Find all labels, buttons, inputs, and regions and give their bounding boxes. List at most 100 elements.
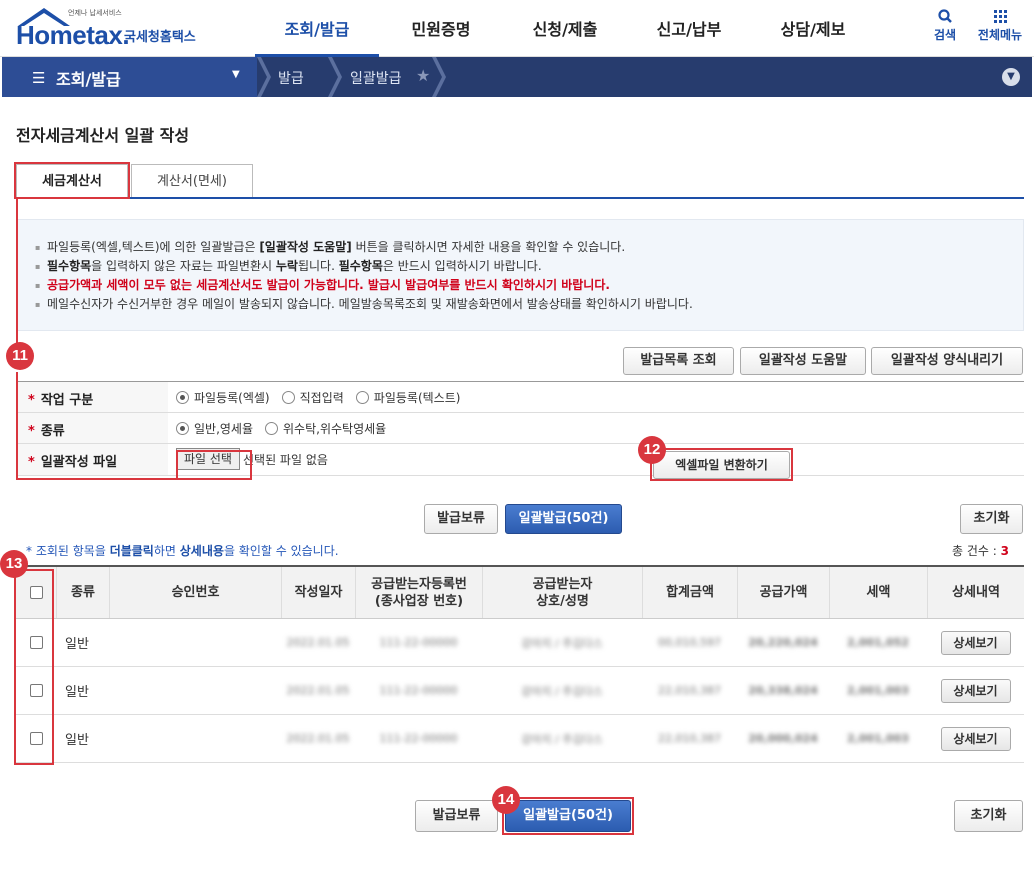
cell-total: 22,010,387: [658, 684, 721, 697]
cell-buyer-name: 강아지 / 주김다스: [521, 732, 603, 746]
radio-consignment[interactable]: [265, 422, 279, 435]
location-bar: ☰ 조회/발급 ▼ 발급 일괄발급 ★ ▼: [2, 57, 1032, 97]
guide-line-2: 필수항목을 입력하지 않은 자료는 파일변환시 누락됩니다. 필수항목은 반드시…: [35, 257, 1023, 276]
header-detail: 상세내역: [927, 567, 1024, 618]
header-tax: 세액: [829, 567, 927, 618]
form-row-work-type: * 작업 구분 파일등록(엑셀) 직접입력 파일등록(텍스트): [16, 382, 1024, 413]
nav-consult-report[interactable]: 상담/제보: [751, 0, 875, 57]
hold-button-bottom[interactable]: 발급보류: [415, 800, 498, 832]
cell-tax: 2,001,003: [847, 732, 909, 745]
caret-down-icon: ▼: [232, 69, 240, 80]
nav-apply-submit[interactable]: 신청/제출: [503, 0, 627, 57]
invoice-grid: 종류 승인번호 작성일자 공급받는자등록번 (종사업장 번호) 공급받는자 상호…: [16, 565, 1024, 763]
cell-total: 22,010,387: [658, 732, 721, 745]
bulk-issue-button-top[interactable]: 일괄발급(50건): [505, 504, 622, 534]
favorite-star-icon[interactable]: ★: [416, 66, 430, 85]
cell-supply: 20,000,024: [748, 732, 818, 745]
nav-civil-certificate[interactable]: 민원증명: [379, 0, 503, 57]
header-supply: 공급가액: [737, 567, 829, 618]
cell-supply: 20,220,024: [748, 636, 818, 649]
reset-button-top[interactable]: 초기화: [960, 504, 1023, 534]
guide-box: 파일등록(엑셀,텍스트)에 의한 일괄발급은 [일괄작성 도움말] 버튼을 클릭…: [16, 219, 1024, 331]
radio-file-excel-label: 파일등록(엑셀): [194, 391, 270, 405]
radio-consignment-label: 위수탁,위수탁영세율: [283, 422, 387, 436]
cell-supply: 20,338,024: [748, 684, 818, 697]
radio-direct-input[interactable]: [281, 391, 295, 404]
hamburger-icon: ☰: [32, 69, 46, 87]
download-template-button[interactable]: 일괄작성 양식내리기: [871, 347, 1023, 375]
annotation-box-convert: [650, 448, 793, 481]
hold-button-top[interactable]: 발급보류: [424, 504, 498, 534]
header-kind: 종류: [56, 567, 109, 618]
table-row[interactable]: 일반 2022.01.05 111-22-00000 강아지 / 주김다스 22…: [16, 715, 1024, 763]
cell-reg-no: 111-22-00000: [379, 732, 458, 745]
cell-kind: 일반: [65, 685, 89, 700]
bulk-form: * 작업 구분 파일등록(엑셀) 직접입력 파일등록(텍스트) * 종류 일반,영세…: [16, 381, 1024, 476]
breadcrumb-separator-icon: [328, 57, 342, 97]
radio-file-excel[interactable]: [176, 391, 189, 404]
annotation-box-file-select: [176, 450, 252, 480]
kind-label: 종류: [40, 424, 65, 439]
cell-reg-no: 111-22-00000: [379, 684, 458, 697]
required-star: *: [28, 424, 35, 439]
tab-underline: [16, 197, 1024, 199]
breadcrumb-bulk-issue[interactable]: 일괄발급: [350, 68, 402, 88]
annotation-line: [16, 372, 18, 480]
step-marker-14: 14: [492, 786, 520, 814]
cell-date: 2022.01.05: [286, 732, 350, 745]
form-row-file: * 일괄작성 파일 파일 선택 선택된 파일 없음: [16, 444, 1024, 476]
file-label: 일괄작성 파일: [40, 455, 118, 470]
cell-kind: 일반: [65, 637, 89, 652]
required-star: *: [28, 393, 35, 408]
cell-kind: 일반: [65, 733, 89, 748]
detail-view-button[interactable]: 상세보기: [940, 678, 1011, 703]
required-star: *: [28, 455, 35, 470]
logo-tagline: 언제나 납세서비스: [68, 9, 122, 17]
all-menu-button[interactable]: 전체메뉴: [973, 8, 1027, 43]
radio-file-text-label: 파일등록(텍스트): [373, 391, 461, 405]
cell-buyer-name: 강아지 / 주김다스: [521, 636, 603, 650]
radio-general[interactable]: [176, 422, 189, 435]
annotation-box-tab: [14, 162, 130, 199]
bulk-help-button[interactable]: 일괄작성 도움말: [740, 347, 866, 375]
grid-header: 종류 승인번호 작성일자 공급받는자등록번 (종사업장 번호) 공급받는자 상호…: [16, 567, 1024, 619]
guide-line-1: 파일등록(엑셀,텍스트)에 의한 일괄발급은 [일괄작성 도움말] 버튼을 클릭…: [35, 238, 1023, 257]
radio-direct-input-label: 직접입력: [299, 391, 344, 405]
search-label: 검색: [933, 28, 957, 42]
hometax-logo[interactable]: 언제나 납세서비스 Hometax. 국세청홈택스: [14, 6, 214, 52]
location-menu-dropdown[interactable]: ☰ 조회/발급 ▼: [2, 57, 257, 97]
cell-tax: 2,001,003: [847, 684, 909, 697]
location-menu-label: 조회/발급: [56, 70, 121, 89]
nav-inquiry-issue[interactable]: 조회/발급: [255, 0, 379, 57]
radio-general-label: 일반,영세율: [194, 422, 254, 436]
work-type-label: 작업 구분: [40, 393, 94, 408]
header-buyer-reg-no: 공급받는자등록번 (종사업장 번호): [355, 567, 482, 618]
total-count: 총 건수 : 3: [952, 544, 1009, 558]
annotation-line: [16, 199, 18, 349]
nav-report-pay[interactable]: 신고/납부: [627, 0, 751, 57]
guide-line-4: 메일수신자가 수신거부한 경우 메일이 발송되지 않습니다. 메일발송목록조회 …: [35, 295, 1023, 314]
detail-view-button[interactable]: 상세보기: [940, 630, 1011, 655]
guide-line-3: 공급가액과 세액이 모두 없는 세금계산서도 발급이 가능합니다. 발급시 발급…: [35, 276, 1023, 295]
breadcrumb-separator-icon: [257, 57, 271, 97]
cell-date: 2022.01.05: [286, 684, 350, 697]
header-date: 작성일자: [281, 567, 355, 618]
table-row[interactable]: 일반 2022.01.05 111-22-00000 강아지 / 주김다스 22…: [16, 667, 1024, 715]
reset-button-bottom[interactable]: 초기화: [954, 800, 1023, 832]
annotation-box-checkboxes: [14, 569, 54, 765]
search-button[interactable]: 검색: [930, 8, 960, 43]
form-row-kind: * 종류 일반,영세율 위수탁,위수탁영세율: [16, 413, 1024, 444]
header-approval-no: 승인번호: [109, 567, 281, 618]
issue-list-button[interactable]: 발급목록 조회: [623, 347, 734, 375]
expand-chevron-icon[interactable]: ▼: [1002, 68, 1020, 86]
table-row[interactable]: 일반 2022.01.05 111-22-00000 강아지 / 주김다스 00…: [16, 619, 1024, 667]
breadcrumb-issue[interactable]: 발급: [278, 68, 304, 88]
grid-note: * 조회된 항목을 더블클릭하면 상세내용을 확인할 수 있습니다.: [26, 544, 339, 558]
grid-menu-icon: [994, 10, 1007, 23]
file-status-text: 선택된 파일 없음: [242, 452, 328, 467]
cell-date: 2022.01.05: [286, 636, 350, 649]
cell-total: 00,010,597: [658, 636, 721, 649]
tab-invoice-taxfree[interactable]: 계산서(면세): [131, 164, 253, 198]
detail-view-button[interactable]: 상세보기: [940, 726, 1011, 751]
radio-file-text[interactable]: [355, 391, 369, 404]
